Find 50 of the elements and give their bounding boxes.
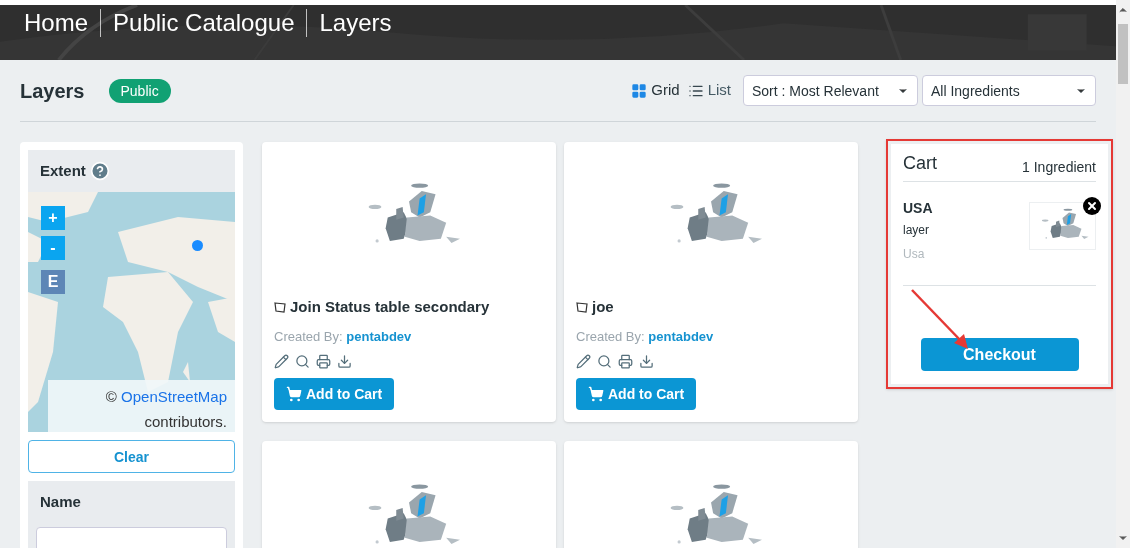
created-by-label: Created By: (274, 328, 343, 344)
breadcrumb-link[interactable]: Public Catalogue (113, 7, 295, 39)
layer-title: joe (592, 297, 614, 317)
remove-icon[interactable] (1083, 197, 1101, 215)
cart-count: 1 Ingredient (1022, 158, 1096, 177)
filter-dropdown[interactable]: All Ingredients (922, 75, 1096, 106)
edit-icon[interactable] (576, 354, 591, 369)
polygon-icon (576, 301, 588, 313)
add-to-cart-button[interactable]: Add to Cart (274, 378, 395, 410)
breadcrumb-link[interactable]: Home (24, 7, 89, 39)
copyright-text: © (105, 388, 117, 405)
help-icon (89, 161, 110, 181)
grid-icon (631, 82, 648, 99)
search-icon[interactable] (295, 354, 310, 369)
download-icon[interactable] (337, 354, 352, 369)
sort-dropdown[interactable]: Sort : Most Relevant (743, 75, 918, 106)
checkout-button[interactable]: Checkout (920, 338, 1079, 371)
cart-title: Cart (903, 152, 937, 175)
download-icon[interactable] (639, 354, 654, 369)
breadcrumb-link[interactable]: Layers (319, 7, 392, 39)
created-by-label: Created By: (576, 328, 645, 344)
cart-item-type: layer (903, 222, 930, 238)
cart-icon (286, 386, 302, 402)
search-icon[interactable] (597, 354, 612, 369)
scrollbar-thumb[interactable] (1118, 24, 1128, 84)
attribution-text: contributors. (144, 413, 227, 430)
cart-item-subtitle: Usa (903, 246, 926, 262)
section-title: Extent (40, 160, 86, 181)
zoom-out-button[interactable]: - (41, 236, 65, 260)
polygon-icon (274, 301, 286, 313)
zoom-in-button[interactable]: + (41, 206, 65, 230)
clear-button[interactable]: Clear (28, 440, 235, 473)
name-input[interactable] (36, 527, 227, 548)
layer-title: Join Status table secondary (290, 297, 490, 317)
author-link[interactable]: pentabdev (648, 328, 714, 344)
print-icon[interactable] (316, 354, 331, 369)
view-toggle[interactable]: Grid (631, 79, 680, 102)
openstreetmap-link[interactable]: OpenStreetMap (121, 388, 227, 405)
cart-icon (588, 386, 604, 402)
public-badge: Public (108, 78, 171, 103)
print-icon[interactable] (618, 354, 633, 369)
add-to-cart-button[interactable]: Add to Cart (576, 378, 697, 410)
page-title: Layers (20, 78, 85, 104)
author-link[interactable]: pentabdev (346, 328, 412, 344)
view-toggle[interactable]: List (687, 79, 731, 102)
section-title: Name (40, 491, 81, 512)
scrollbar[interactable] (1116, 0, 1130, 548)
cart-item-name: USA (903, 199, 933, 218)
edit-icon[interactable] (274, 354, 289, 369)
extent-button[interactable]: E (41, 270, 65, 294)
